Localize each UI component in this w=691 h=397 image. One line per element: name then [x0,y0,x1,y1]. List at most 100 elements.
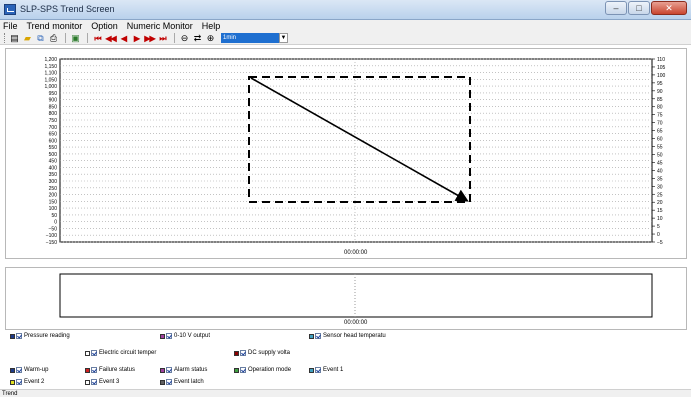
close-button[interactable]: ✕ [651,1,687,15]
chart-icon[interactable]: ▤ [9,33,20,44]
legend-electric-circuit-temperature[interactable]: Electric circuit temper [85,350,156,356]
fast-forward-icon[interactable]: ▶▶ [144,33,155,44]
swap-icon[interactable]: ⇄ [192,33,203,44]
right-tick-label: 65 [657,129,663,135]
legend-event-1[interactable]: Event 1 [309,367,343,373]
right-tick-label: 5 [657,224,660,230]
color-swatch[interactable] [10,379,15,385]
image-icon[interactable]: ▣ [70,33,81,44]
checkbox[interactable] [166,379,172,385]
legend-failure-status[interactable]: Failure status [85,367,135,373]
checkbox[interactable] [16,367,22,373]
legend-dc-supply-voltage[interactable]: DC supply volta [234,350,290,356]
legend-warm-up[interactable]: Warm-up [10,367,48,373]
menu-file[interactable]: File [3,20,18,32]
zoom-out-icon[interactable]: ⊖ [179,33,190,44]
menu-numeric-monitor[interactable]: Numeric Monitor [127,20,193,32]
legend-label: Event 2 [24,379,45,385]
color-swatch[interactable] [10,367,15,373]
right-tick-label: 90 [657,89,663,95]
checkbox[interactable] [16,333,22,339]
left-tick-label: 350 [49,172,58,178]
toolbar: ▤ ▰ ⧉ ⎙ ▣ ⏮ ◀◀ ◀ ▶ ▶▶ ⏭ ⊖ ⇄ ⊕ 1min ▼ [0,32,691,45]
color-swatch[interactable] [85,350,90,356]
trend-chart-canvas[interactable]: 1,2001,1501,1001,0501,000950900850800750… [6,49,688,260]
title-bar: SLP-SPS Trend Screen – □ ✕ [0,0,691,20]
print-icon[interactable]: ⎙ [48,33,59,44]
left-tick-label: 50 [51,213,57,219]
color-swatch[interactable] [160,367,165,373]
legend-event-2[interactable]: Event 2 [10,379,44,385]
legend-pressure-reading[interactable]: Pressure reading [10,333,70,339]
menu-help[interactable]: Help [202,20,221,32]
left-tick-label: 750 [49,118,58,124]
legend-label: Event 1 [323,367,344,373]
left-tick-label: 600 [49,138,58,144]
color-swatch[interactable] [160,379,165,385]
left-tick-label: −100 [46,233,57,239]
left-tick-label: 900 [49,98,58,104]
left-tick-label: 950 [49,91,58,97]
legend-alarm-status[interactable]: Alarm status [160,367,207,373]
status-bar: Trend [0,389,691,397]
color-swatch[interactable] [234,367,239,373]
right-tick-label: 45 [657,160,663,166]
right-tick-label: 100 [657,73,666,79]
time-axis-label: 00:00:00 [344,250,368,256]
legend-label: Alarm status [174,367,208,373]
left-tick-label: 650 [49,132,58,138]
color-swatch[interactable] [234,350,239,356]
checkbox[interactable] [166,333,172,339]
left-tick-label: 500 [49,152,58,158]
left-tick-label: 850 [49,104,58,110]
color-swatch[interactable] [309,367,314,373]
checkbox[interactable] [16,379,22,385]
menu-option[interactable]: Option [91,20,118,32]
color-swatch[interactable] [10,333,15,339]
checkbox[interactable] [315,333,321,339]
legend-event-latch[interactable]: Event latch [160,379,204,385]
right-tick-label: 40 [657,168,663,174]
legend-operation-mode[interactable]: Operation mode [234,367,291,373]
minimize-button[interactable]: – [605,1,627,15]
skip-end-icon[interactable]: ⏭ [157,33,168,44]
left-tick-label: 300 [49,179,58,185]
checkbox[interactable] [91,367,97,373]
event-chart[interactable]: 00:00:00 [5,267,687,330]
legend-0-10v-output[interactable]: 0-10 V output [160,333,210,339]
checkbox[interactable] [91,379,97,385]
checkbox[interactable] [240,367,246,373]
left-tick-label: 550 [49,145,58,151]
step-back-icon[interactable]: ◀ [118,33,129,44]
zoom-in-icon[interactable]: ⊕ [205,33,216,44]
skip-start-icon[interactable]: ⏮ [92,33,103,44]
open-icon[interactable]: ▰ [22,33,33,44]
legend-label: Event 3 [99,379,120,385]
fast-back-icon[interactable]: ◀◀ [105,33,116,44]
right-tick-label: 0 [657,232,660,238]
step-forward-icon[interactable]: ▶ [131,33,142,44]
color-swatch[interactable] [160,333,165,339]
toolbar-grip[interactable] [4,33,6,43]
chevron-down-icon[interactable]: ▼ [279,33,288,43]
color-swatch[interactable] [309,333,314,339]
legend-event-3[interactable]: Event 3 [85,379,119,385]
time-range-select[interactable]: 1min [221,33,279,43]
right-tick-label: 15 [657,208,663,214]
menu-trend-monitor[interactable]: Trend monitor [27,20,83,32]
checkbox[interactable] [240,350,246,356]
left-tick-label: 1,050 [44,77,57,83]
trend-chart[interactable]: 1,200 1,150 1,100 1,050 1,000 950 900 850 800 750… [5,48,687,259]
legend-sensor-head-temperature[interactable]: Sensor head temperatu [309,333,386,339]
right-tick-label: 75 [657,113,663,119]
maximize-button[interactable]: □ [628,1,650,15]
color-swatch[interactable] [85,367,90,373]
right-tick-label: 80 [657,105,663,111]
left-tick-label: 800 [49,111,58,117]
checkbox[interactable] [166,367,172,373]
checkbox[interactable] [91,350,97,356]
right-tick-label: 35 [657,176,663,182]
color-swatch[interactable] [85,379,90,385]
checkbox[interactable] [315,367,321,373]
copy-icon[interactable]: ⧉ [35,33,46,44]
